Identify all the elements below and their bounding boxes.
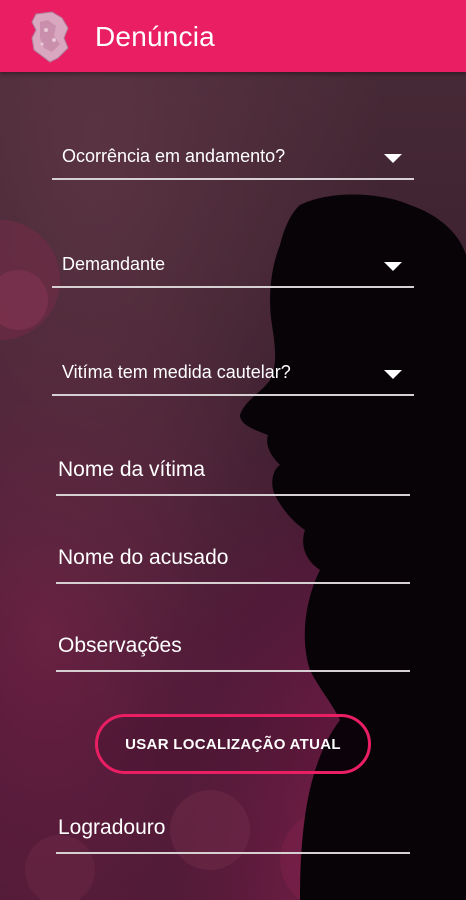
accused-name-field[interactable]: Nome do acusado — [56, 540, 410, 584]
field-hint: Nome do acusado — [58, 546, 229, 569]
protective-measure-dropdown[interactable]: Vitíma tem medida cautelar? — [52, 354, 414, 396]
dropdown-label: Demandante — [62, 254, 166, 274]
dropdown-label: Vitíma tem medida cautelar? — [62, 362, 291, 382]
dropdown-arrow-icon[interactable] — [384, 370, 402, 379]
app-bar: Denúncia — [0, 0, 466, 72]
field-hint: Observações — [58, 634, 182, 657]
dropdown-arrow-icon[interactable] — [384, 262, 402, 271]
use-current-location-button[interactable]: USAR LOCALIZAÇÃO ATUAL — [95, 714, 371, 774]
requester-dropdown[interactable]: Demandante — [52, 246, 414, 288]
field-hint: Logradouro — [58, 816, 166, 839]
occurrence-in-progress-dropdown[interactable]: Ocorrência em andamento? — [52, 138, 414, 180]
street-address-field[interactable]: Logradouro — [56, 810, 410, 854]
dropdown-label: Ocorrência em andamento? — [62, 146, 286, 166]
map-logo-icon — [31, 11, 69, 63]
observations-field[interactable]: Observações — [56, 628, 410, 672]
page-title: Denúncia — [95, 21, 215, 52]
field-hint: Nome da vítima — [58, 458, 206, 481]
dropdown-arrow-icon[interactable] — [384, 154, 402, 163]
victim-name-field[interactable]: Nome da vítima — [56, 452, 410, 496]
